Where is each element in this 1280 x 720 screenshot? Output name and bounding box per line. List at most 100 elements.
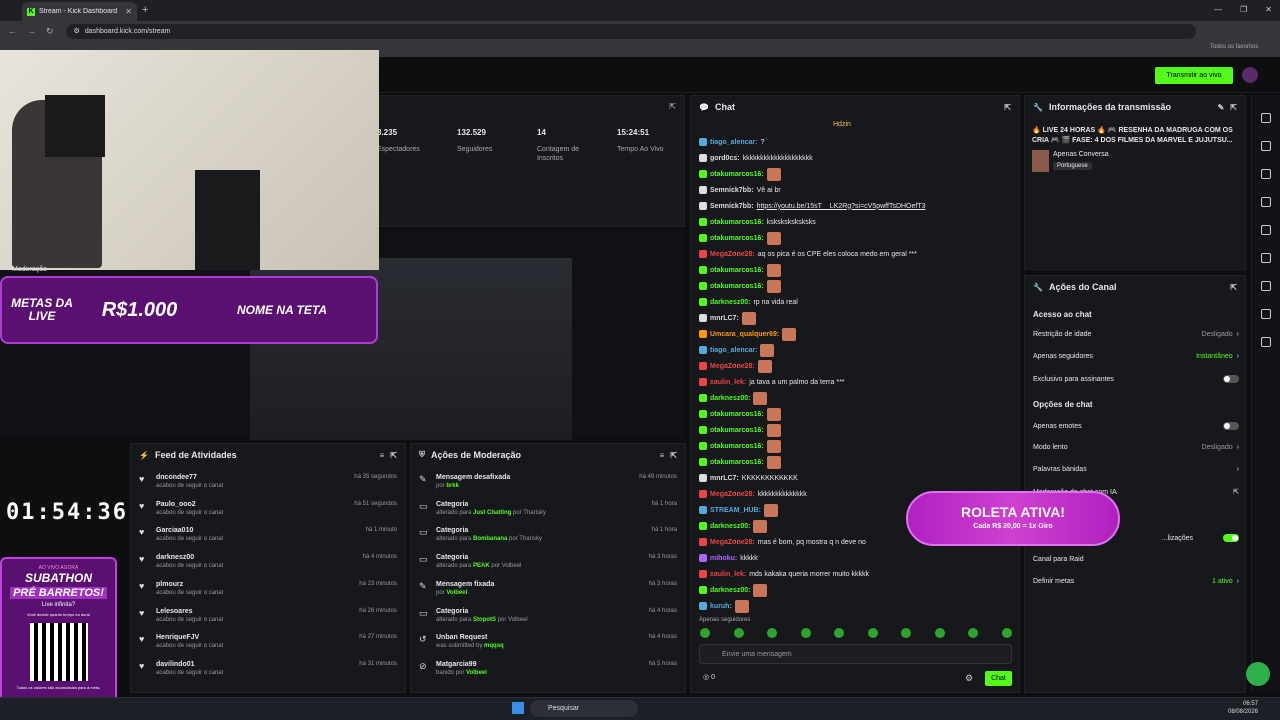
info-icon[interactable] (1261, 113, 1271, 123)
popout-icon[interactable]: ⇱ (1230, 283, 1237, 292)
chat-username[interactable]: otakumarcos16: (710, 411, 764, 418)
server-icon[interactable] (1261, 281, 1271, 291)
browser-tab[interactable]: K Stream - Kick Dashboard ✕ (22, 2, 137, 21)
emote-icon[interactable] (800, 628, 811, 638)
back-icon[interactable]: ← (8, 26, 17, 37)
chat-username[interactable]: xaulin_lek: (710, 571, 746, 578)
raid-channel-row[interactable]: Canal para Raid (1033, 556, 1239, 563)
chat-username[interactable]: otakumarcos16: (710, 219, 764, 226)
chat-username[interactable]: mnrLC7: (710, 315, 739, 322)
popout-icon[interactable]: ⇱ (670, 451, 677, 460)
chat-username[interactable]: Semnick7bb: (710, 203, 754, 210)
popout-icon[interactable]: ⇱ (390, 451, 397, 460)
reload-icon[interactable]: ↻ (46, 26, 54, 37)
emote-icon[interactable] (700, 628, 710, 638)
feed-user[interactable]: davilindo01 (156, 661, 352, 668)
chat-username[interactable]: Umcara_qualquer69: (710, 331, 779, 338)
gear-icon[interactable]: ⚙ (965, 673, 973, 684)
emote-icon[interactable] (867, 628, 878, 638)
mod-highlight[interactable]: brkk (446, 483, 459, 489)
chat-username[interactable]: otakumarcos16: (710, 235, 764, 242)
age-restriction-row[interactable]: Restrição de idade Desligado › (1033, 331, 1239, 338)
feed-user[interactable]: darknesz00 (156, 554, 356, 561)
emote-icon[interactable] (834, 628, 845, 638)
go-live-button[interactable]: Transmitir ao vivo (1155, 67, 1233, 84)
subs-only-row[interactable]: Exclusivo para assinantes (1033, 375, 1239, 383)
chat-username[interactable]: xaulin_lek: (710, 379, 746, 386)
chat-username[interactable]: mihoku: (710, 555, 737, 562)
filter-icon[interactable]: ≡ (660, 451, 665, 460)
followers-only-row[interactable]: Apenas seguidores Instantâneo › (1033, 353, 1239, 360)
maximize-icon[interactable]: ❐ (1240, 5, 1247, 14)
url-input[interactable]: ⚙ dashboard.kick.com/stream (65, 23, 1196, 39)
popout-icon[interactable]: ⇱ (669, 102, 676, 111)
new-tab-button[interactable]: + (142, 4, 148, 16)
mod-highlight[interactable]: Volbeel (446, 590, 467, 596)
close-tab-icon[interactable]: ✕ (125, 7, 132, 16)
edit-icon[interactable]: ✎ (1218, 103, 1225, 112)
chat-text[interactable]: https://youtu.be/15sT__LK2Rg?si=cV5pwffT… (757, 203, 926, 210)
chat-username[interactable]: gord0cs: (710, 155, 740, 162)
feed-user[interactable]: Paulo_ooo2 (156, 501, 347, 508)
chat-username[interactable]: darknesz00: (710, 587, 750, 594)
emote-icon[interactable] (901, 628, 912, 638)
chat-username[interactable]: tiago_alencar: (710, 347, 757, 354)
mod-highlight[interactable]: PEAK (473, 563, 490, 569)
chat-username[interactable]: darknesz00: (710, 299, 750, 306)
banned-words-row[interactable]: Palavras banidas › (1033, 466, 1239, 473)
close-icon[interactable]: ✕ (1265, 5, 1272, 14)
chat-username[interactable]: MegaZone28: (710, 539, 755, 546)
mod-highlight[interactable]: Just Chatting (473, 510, 511, 516)
emote-icon[interactable] (733, 628, 744, 638)
forward-icon[interactable]: → (27, 26, 36, 37)
emote-icon[interactable] (934, 628, 945, 638)
feed-user[interactable]: dncondee77 (156, 474, 347, 481)
mod-highlight[interactable]: mqqsq (484, 643, 504, 649)
chat-username[interactable]: otakumarcos16: (710, 443, 764, 450)
pinned-user[interactable]: Hdzin (833, 121, 851, 128)
bolt-icon[interactable] (1261, 169, 1271, 179)
chat-icon[interactable] (1261, 225, 1271, 235)
feed-user[interactable]: plmourz (156, 581, 352, 588)
help-chat-button[interactable] (1246, 662, 1270, 686)
chat-username[interactable]: MegaZone28: (710, 251, 755, 258)
feed-user[interactable]: Lelesoares (156, 608, 352, 615)
chat-username[interactable]: kuruh: (710, 603, 732, 610)
chat-username[interactable]: otakumarcos16: (710, 283, 764, 290)
wrench-icon[interactable] (1261, 309, 1271, 319)
feed-user[interactable]: Garciaa010 (156, 527, 359, 534)
chat-username[interactable]: otakumarcos16: (710, 171, 764, 178)
send-chat-button[interactable]: Chat (985, 671, 1012, 686)
points-counter[interactable]: ◎ 0 (703, 673, 715, 681)
mod-highlight[interactable]: StopotS (473, 617, 496, 623)
chat-username[interactable]: MegaZone28: (710, 363, 755, 370)
slow-mode-row[interactable]: Modo lento Desligado › (1033, 444, 1239, 451)
link-icon[interactable] (1261, 253, 1271, 263)
chat-input[interactable]: Envie uma mensagem (699, 644, 1012, 664)
system-clock[interactable]: 06:57 08/08/2026 (1228, 700, 1258, 716)
windows-start-icon[interactable] (512, 702, 524, 714)
emotes-only-row[interactable]: Apenas emotes (1033, 422, 1239, 430)
chat-username[interactable]: darknesz00: (710, 395, 750, 402)
avatar[interactable] (1242, 67, 1258, 83)
chat-username[interactable]: Semnick7bb: (710, 187, 754, 194)
chat-username[interactable]: darknesz00: (710, 523, 750, 530)
site-info-icon[interactable]: ⚙ (74, 27, 80, 35)
emote-icon[interactable] (767, 628, 778, 638)
mod-highlight[interactable]: Volbeel (466, 670, 487, 676)
feed-user[interactable]: HenriqueFJV (156, 634, 352, 641)
emotes-only-toggle[interactable] (1223, 422, 1239, 430)
updates-toggle[interactable] (1223, 534, 1239, 542)
emote-icon[interactable] (1001, 628, 1012, 638)
filter-icon[interactable]: ≡ (380, 451, 385, 460)
camera-icon[interactable] (1261, 141, 1271, 151)
popout-icon[interactable]: ⇱ (1004, 103, 1011, 112)
minimize-icon[interactable]: — (1214, 5, 1222, 14)
chat-username[interactable]: otakumarcos16: (710, 427, 764, 434)
subs-only-toggle[interactable] (1223, 375, 1239, 383)
document-icon[interactable] (1261, 197, 1271, 207)
chat-username[interactable]: otakumarcos16: (710, 459, 764, 466)
share-icon[interactable] (1261, 337, 1271, 347)
chat-username[interactable]: tiago_alencar: (710, 139, 757, 146)
set-goals-row[interactable]: Definir metas 1 ativo › (1033, 578, 1239, 585)
